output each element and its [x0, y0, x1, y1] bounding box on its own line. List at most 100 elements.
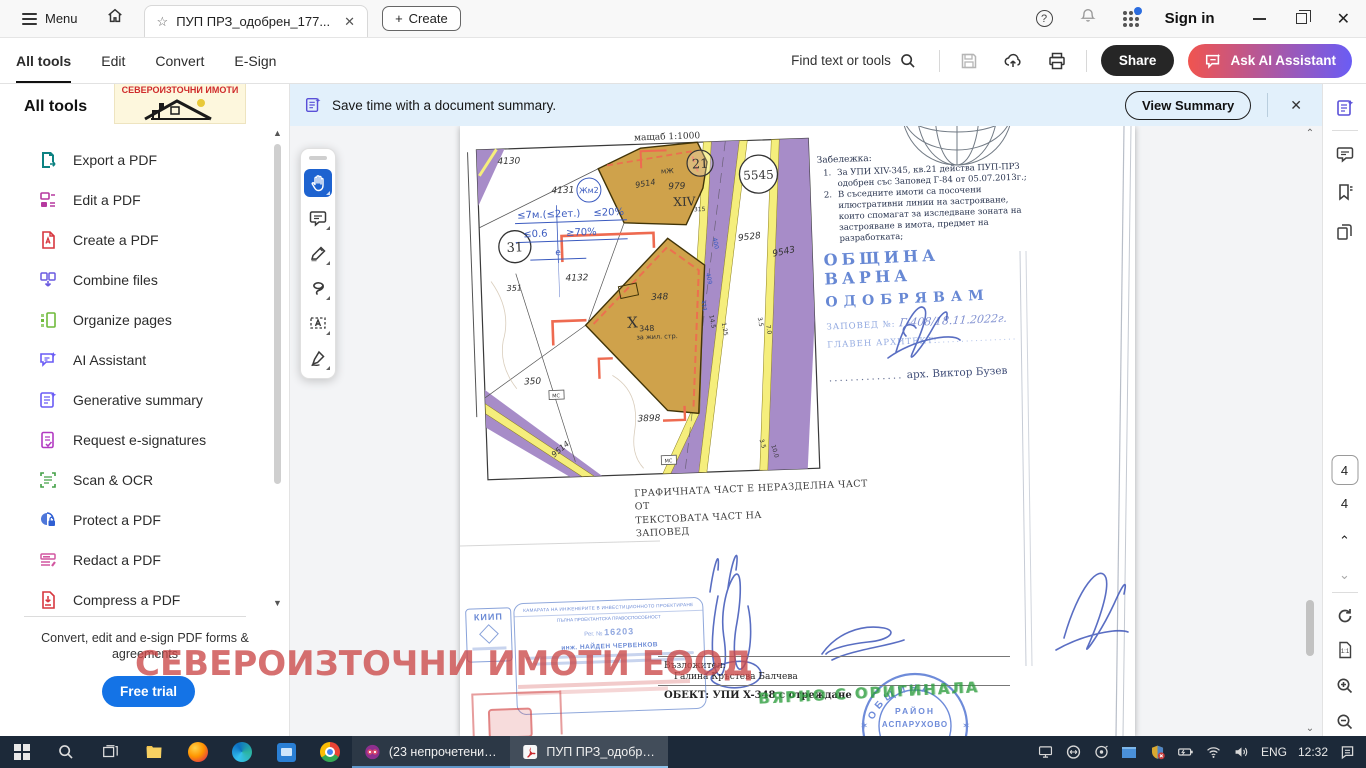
volume-icon[interactable] [1233, 744, 1250, 761]
notification-close-icon[interactable]: ✕ [1284, 97, 1308, 114]
tool-icon [38, 550, 58, 570]
sidebar-tool-item[interactable]: Generative summary [0, 380, 270, 420]
edge-button[interactable] [220, 736, 264, 768]
notifications-bell-button[interactable] [1079, 7, 1097, 30]
home-icon [106, 7, 124, 25]
restore-button[interactable] [1296, 13, 1307, 24]
palette-drag-handle[interactable] [309, 156, 327, 160]
sidebar-tool-item[interactable]: Combine files [0, 260, 270, 300]
sidebar-tool-item[interactable]: Create a PDF [0, 220, 270, 260]
document-viewport[interactable]: мащаб 1:100041304131Жм2≤7м.(≤2ет.)≤20%≤0… [290, 126, 1322, 736]
create-button[interactable]: + Create [382, 6, 461, 31]
file-explorer-button[interactable] [132, 736, 176, 768]
next-page-button[interactable]: ⌄ [1339, 568, 1350, 581]
scrollbar-thumb[interactable] [274, 144, 281, 484]
print-button[interactable] [1042, 46, 1072, 76]
comment-tool-button[interactable] [304, 204, 332, 232]
tab-close-icon[interactable]: ✕ [344, 14, 355, 30]
generative-summary-button[interactable] [1331, 94, 1359, 122]
sidebar-tool-item[interactable]: Redact a PDF [0, 540, 270, 580]
capture-icon[interactable] [1093, 744, 1110, 761]
language-indicator[interactable]: ENG [1261, 745, 1287, 759]
free-trial-button[interactable]: Free trial [102, 676, 195, 707]
home-button[interactable] [106, 7, 124, 30]
tab-edit[interactable]: Edit [101, 38, 125, 83]
defender-icon[interactable] [1149, 744, 1166, 761]
tab-esign[interactable]: E-Sign [234, 38, 276, 83]
zoom-in-button[interactable] [1331, 672, 1359, 700]
sidebar-tool-item[interactable]: Organize pages [0, 300, 270, 340]
sidebar-tool-item[interactable]: Protect a PDF [0, 500, 270, 540]
menu-button[interactable]: Menu [22, 11, 78, 26]
map-label: ≥70% [566, 227, 597, 239]
divider [939, 50, 940, 72]
page-total: 4 [1323, 496, 1366, 511]
help-button[interactable]: ? [1036, 10, 1053, 27]
find-text-button[interactable]: Find text or tools [783, 46, 925, 76]
share-button[interactable]: Share [1101, 45, 1175, 76]
ask-ai-assistant-button[interactable]: Ask AI Assistant [1188, 44, 1352, 78]
scroll-up-icon[interactable]: ⌃ [1304, 128, 1316, 139]
map-label: 4131 [551, 186, 574, 197]
scroll-down-icon[interactable]: ⌄ [1304, 723, 1316, 734]
tab-convert[interactable]: Convert [155, 38, 204, 83]
document-tab[interactable]: ☆ ПУП ПРЗ_одобрен_177... ✕ [144, 5, 369, 37]
clock[interactable]: 12:32 [1298, 745, 1328, 759]
teamviewer-icon[interactable] [1065, 744, 1082, 761]
scroll-up-icon[interactable]: ▲ [273, 128, 282, 138]
summary-icon [304, 96, 322, 114]
highlight-tool-button[interactable] [304, 239, 332, 267]
devices-icon[interactable] [1037, 744, 1054, 761]
sidebar-tool-item[interactable]: Edit a PDF [0, 180, 270, 220]
start-button[interactable] [0, 736, 44, 768]
pages-panel-button[interactable] [1331, 218, 1359, 246]
chrome-button[interactable] [308, 736, 352, 768]
display-icon[interactable] [1121, 744, 1138, 761]
save-button[interactable] [954, 46, 984, 76]
pdf-page[interactable]: мащаб 1:100041304131Жм2≤7м.(≤2ет.)≤20%≤0… [460, 126, 1135, 736]
sidebar-tool-item[interactable]: Export a PDF [0, 140, 270, 180]
fit-page-button[interactable] [1331, 636, 1359, 664]
previous-page-button[interactable]: ⌃ [1339, 534, 1350, 547]
taskbar-window-pdf[interactable]: ПУП ПРЗ_одобрен_1... [510, 736, 668, 768]
comments-panel-button[interactable] [1331, 140, 1359, 168]
zoom-out-button[interactable] [1331, 708, 1359, 736]
sidebar-tool-item[interactable]: Scan & OCR [0, 460, 270, 500]
tab-all-tools[interactable]: All tools [16, 38, 71, 83]
upload-cloud-button[interactable] [998, 46, 1028, 76]
hand-tool-button[interactable] [304, 169, 332, 197]
ai-chat-icon [1204, 52, 1222, 70]
taskbar-window-mail[interactable]: (23 непрочетени) - A... [352, 736, 510, 768]
map-label: МС [552, 393, 561, 399]
task-view-button[interactable] [88, 736, 132, 768]
company-logo: СЕВЕРОИЗТОЧНИ ИМОТИ [114, 82, 246, 124]
document-scrollbar[interactable]: ⌃ ⌄ [1304, 126, 1316, 736]
text-box-tool-button[interactable] [304, 309, 332, 337]
sidebar-tool-item[interactable]: AI Assistant [0, 340, 270, 380]
scrollbar-thumb[interactable] [1306, 600, 1314, 656]
bookmarks-panel-button[interactable] [1331, 178, 1359, 206]
sidebar-tool-item[interactable]: Request e-signatures [0, 420, 270, 460]
minimize-button[interactable] [1253, 18, 1266, 20]
sidebar-scrollbar[interactable]: ▲ ▼ [273, 128, 282, 608]
sign-in-button[interactable]: Sign in [1165, 10, 1215, 27]
battery-icon[interactable] [1177, 744, 1194, 761]
map-label: 3898 [637, 414, 661, 425]
star-icon[interactable]: ☆ [157, 14, 169, 30]
action-center-icon[interactable] [1339, 744, 1356, 761]
rotate-refresh-button[interactable] [1331, 602, 1359, 630]
taskbar-search-button[interactable] [44, 736, 88, 768]
map-label: 348 [651, 292, 669, 303]
apps-grid-button[interactable] [1123, 11, 1139, 27]
wifi-icon[interactable] [1205, 744, 1222, 761]
photos-icon [277, 743, 296, 762]
sign-tool-button[interactable] [304, 344, 332, 372]
scroll-down-icon[interactable]: ▼ [273, 598, 282, 608]
sidebar-tool-item[interactable]: Compress a PDF [0, 580, 270, 620]
window-close-button[interactable]: ✕ [1337, 9, 1350, 29]
view-summary-button[interactable]: View Summary [1125, 91, 1251, 120]
photos-app-button[interactable] [264, 736, 308, 768]
firefox-button[interactable] [176, 736, 220, 768]
page-number-input[interactable]: 4 [1331, 455, 1358, 485]
draw-tool-button[interactable] [304, 274, 332, 302]
